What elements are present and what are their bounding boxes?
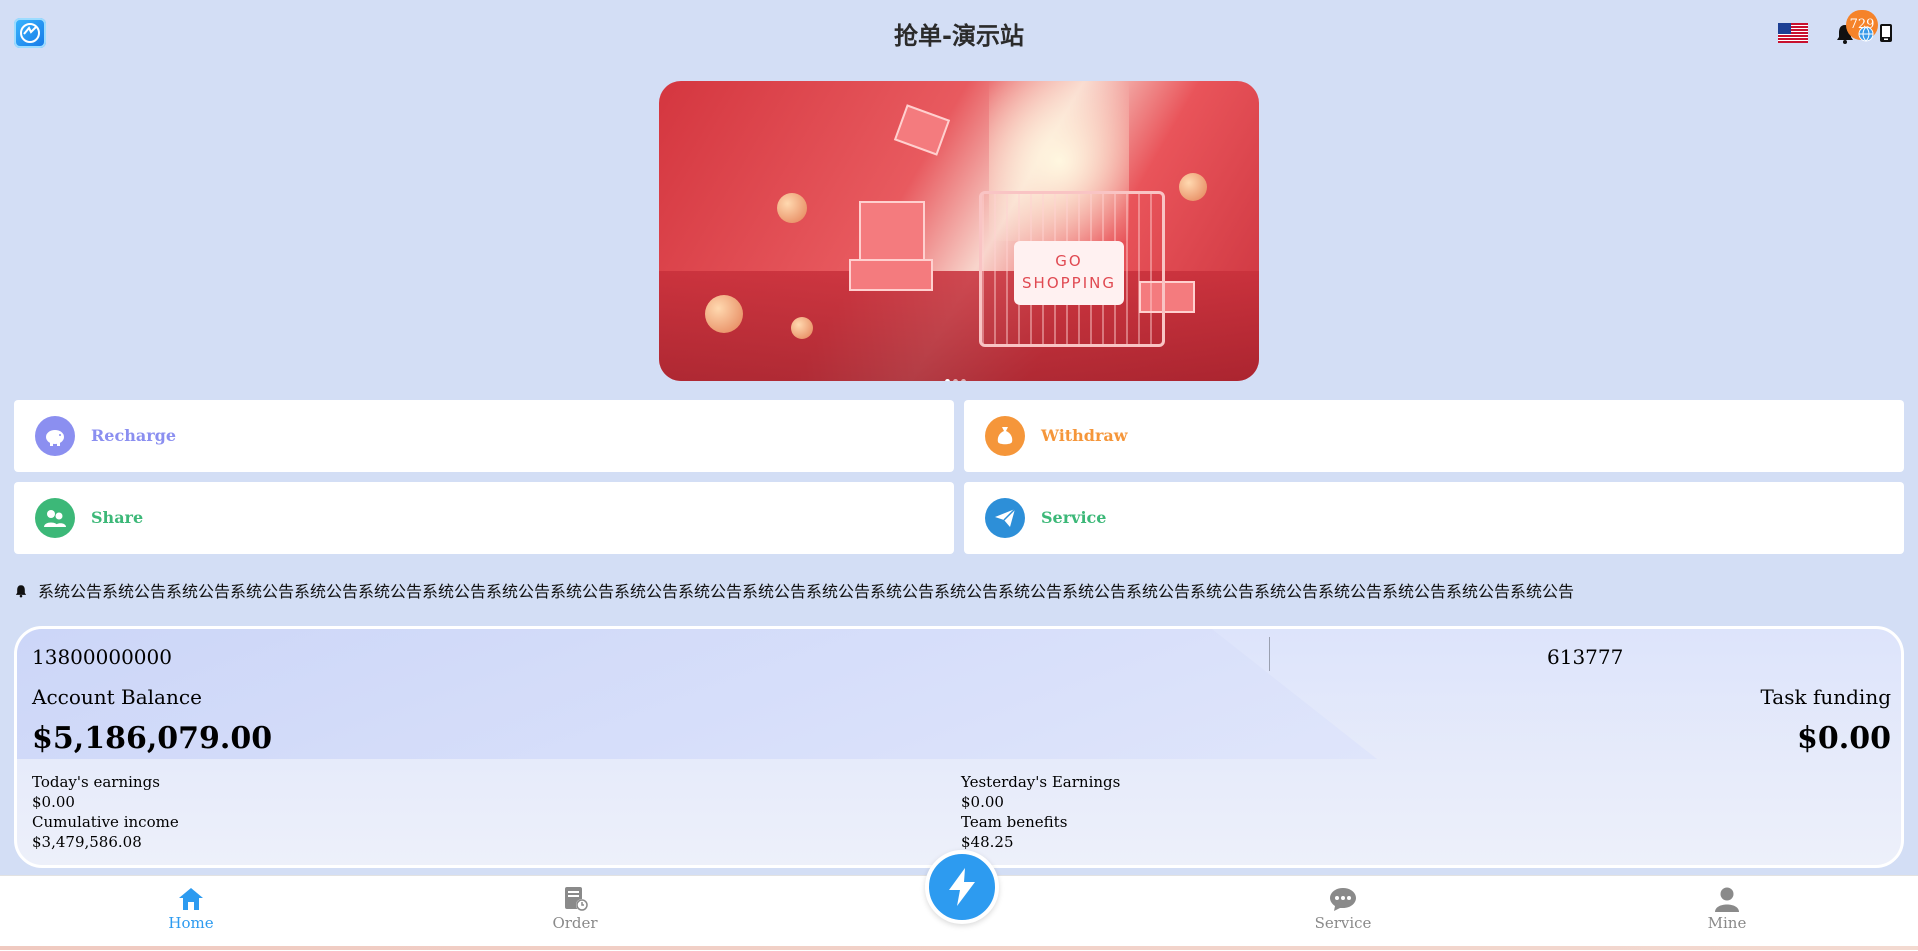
- cumulative-income-label: Cumulative income: [32, 813, 179, 831]
- page-title: 抢单-演示站: [894, 22, 1024, 50]
- bell-icon: [15, 585, 27, 598]
- task-funding-value: $0.00: [1797, 721, 1891, 756]
- carousel-dots[interactable]: [945, 369, 975, 381]
- system-notice: 系统公告系统公告系统公告系统公告系统公告系统公告系统公告系统公告系统公告系统公告…: [14, 578, 1614, 602]
- today-earnings-value: $0.00: [32, 793, 75, 811]
- globe-icon[interactable]: [1858, 26, 1874, 42]
- nav-mine[interactable]: Mine: [1667, 876, 1787, 932]
- share-label: Share: [91, 508, 144, 527]
- nav-mine-label: Mine: [1707, 914, 1747, 932]
- lightning-icon: [949, 868, 975, 906]
- cumulative-income-value: $3,479,586.08: [32, 833, 142, 851]
- yesterday-earnings-value: $0.00: [961, 793, 1004, 811]
- carousel-dot[interactable]: [961, 379, 966, 381]
- notice-text: 系统公告系统公告系统公告系统公告系统公告系统公告系统公告系统公告系统公告系统公告…: [38, 582, 1575, 601]
- task-funding-label: Task funding: [1760, 685, 1892, 709]
- balance-label: Account Balance: [32, 685, 202, 709]
- nav-home-label: Home: [168, 914, 214, 932]
- paper-plane-icon: [985, 498, 1025, 538]
- nav-service-label: Service: [1314, 914, 1372, 932]
- nav-order[interactable]: Order: [515, 876, 635, 932]
- banner-sign-line1: GO: [1055, 252, 1083, 270]
- promo-banner[interactable]: GO SHOPPING: [659, 81, 1259, 381]
- carousel-dot[interactable]: [953, 379, 958, 381]
- nav-service[interactable]: Service: [1283, 876, 1403, 932]
- team-benefits-label: Team benefits: [961, 813, 1068, 831]
- yesterday-earnings-label: Yesterday's Earnings: [961, 773, 1121, 791]
- piggy-bank-icon: [35, 416, 75, 456]
- divider: [1269, 637, 1270, 671]
- banner-sign-line2: SHOPPING: [1022, 274, 1116, 292]
- recharge-button[interactable]: Recharge: [14, 400, 954, 472]
- account-code: 613777: [1547, 645, 1624, 669]
- nav-order-label: Order: [552, 914, 598, 932]
- withdraw-label: Withdraw: [1041, 426, 1128, 445]
- order-icon: [565, 887, 588, 911]
- account-panel: 13800000000 613777 Account Balance Task …: [14, 626, 1904, 868]
- withdraw-button[interactable]: Withdraw: [964, 400, 1904, 472]
- user-icon: [1715, 887, 1739, 912]
- header-actions: 729: [1764, 10, 1904, 48]
- account-phone: 13800000000: [32, 645, 172, 669]
- balance-value: $5,186,079.00: [32, 721, 273, 756]
- grab-order-button[interactable]: [925, 850, 999, 924]
- users-icon: [35, 498, 75, 538]
- us-flag-icon[interactable]: [1778, 23, 1808, 43]
- banner-sign: GO SHOPPING: [1014, 241, 1124, 305]
- today-earnings-label: Today's earnings: [32, 773, 160, 791]
- chat-icon: [1330, 888, 1356, 911]
- money-bag-icon: [985, 416, 1025, 456]
- recharge-label: Recharge: [91, 426, 177, 445]
- phone-icon[interactable]: [1879, 23, 1893, 43]
- carousel-dot[interactable]: [945, 379, 950, 381]
- service-button[interactable]: Service: [964, 482, 1904, 554]
- service-label: Service: [1041, 508, 1107, 527]
- nav-home[interactable]: Home: [131, 876, 251, 932]
- share-button[interactable]: Share: [14, 482, 954, 554]
- team-benefits-value: $48.25: [961, 833, 1014, 851]
- home-icon: [179, 888, 203, 910]
